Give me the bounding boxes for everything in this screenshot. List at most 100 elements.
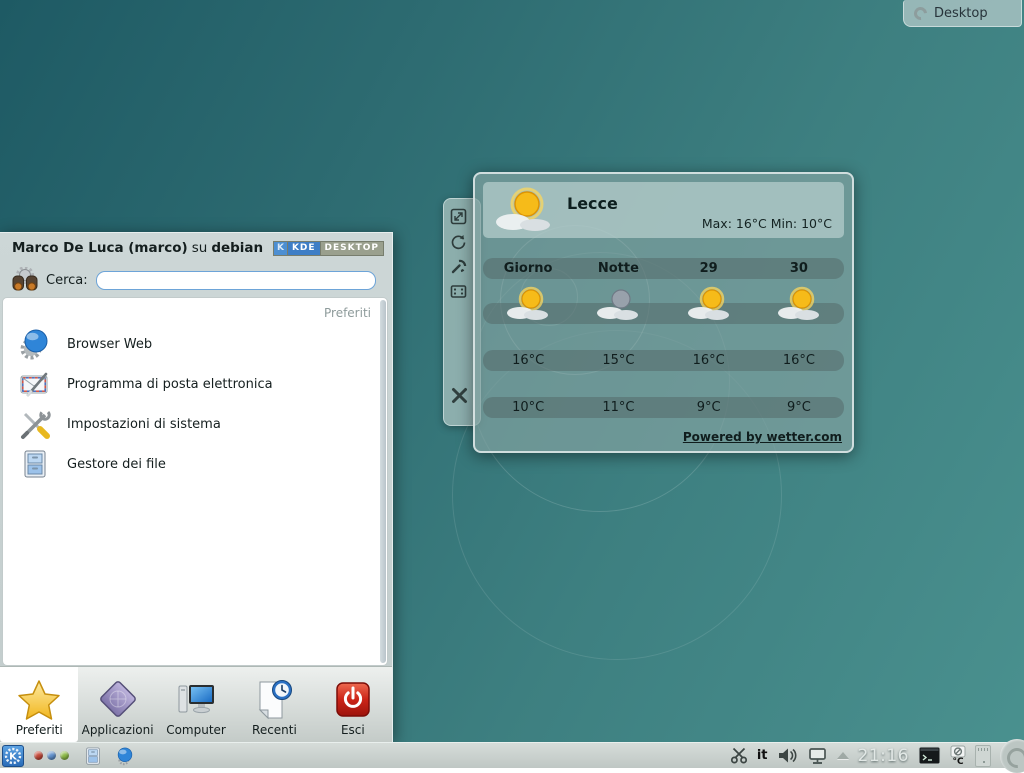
- list-item-label: Browser Web: [67, 337, 152, 352]
- file-manager-icon: [19, 448, 51, 480]
- tab-label: Applicazioni: [82, 723, 154, 737]
- tab-label: Recenti: [252, 723, 297, 737]
- blue-dot: [47, 751, 56, 760]
- list-item-email[interactable]: Programma di posta elettronica: [3, 364, 387, 404]
- system-settings-icon: [19, 408, 51, 440]
- panel-toolbox-cashew-icon[interactable]: [1000, 739, 1024, 773]
- panel-spacer[interactable]: [975, 745, 991, 767]
- weather-max-min: Max: 16°C Min: 10°C: [702, 216, 832, 231]
- tab-label: Computer: [166, 723, 226, 737]
- host-name: debian: [211, 240, 263, 256]
- list-item-system-settings[interactable]: Impostazioni di sistema: [3, 404, 387, 444]
- night-temp: 10°C: [483, 397, 573, 418]
- system-tray: it 21:16 °C: [730, 739, 1020, 773]
- user-name: Marco De Luca (marco): [12, 240, 188, 256]
- rotate-icon[interactable]: [450, 233, 467, 250]
- tab-applicazioni[interactable]: Applicazioni: [78, 667, 156, 742]
- klipper-scissors-icon[interactable]: [730, 747, 748, 764]
- weather-col-label: Notte: [573, 258, 663, 279]
- weather-condition-icon: [483, 303, 573, 324]
- day-temp: 16°C: [483, 350, 573, 371]
- night-temp: 11°C: [573, 397, 663, 418]
- list-item-label: Gestore dei file: [67, 457, 166, 472]
- day-temp: 15°C: [573, 350, 663, 371]
- kde-logo-icon: K: [274, 242, 288, 255]
- kickoff-tab-bar: Preferiti Applicazioni: [0, 666, 392, 742]
- day-temp: 16°C: [754, 350, 844, 371]
- tray-expander-icon[interactable]: [837, 752, 849, 759]
- list-item-file-manager[interactable]: Gestore dei file: [3, 444, 387, 484]
- sun-cloud-icon: [493, 186, 555, 236]
- volume-icon[interactable]: [777, 747, 798, 764]
- weather-tray-icon[interactable]: °C: [950, 745, 966, 767]
- search-binoculars-icon: [10, 267, 40, 294]
- recent-documents-icon: [251, 679, 297, 721]
- tab-label: Preferiti: [16, 723, 63, 737]
- close-icon[interactable]: [450, 386, 469, 405]
- desktop-toolbox[interactable]: Desktop: [903, 0, 1022, 27]
- weather-col-label: 29: [664, 258, 754, 279]
- weather-icons-row: [483, 303, 844, 324]
- tab-recenti[interactable]: Recenti: [235, 667, 313, 742]
- cashew-icon: [911, 4, 929, 22]
- scrollbar[interactable]: [380, 300, 386, 663]
- tab-preferiti[interactable]: Preferiti: [0, 667, 78, 742]
- tab-label: Esci: [341, 723, 365, 737]
- weather-column-headers: Giorno Notte 29 30: [483, 258, 844, 279]
- list-item-browser-web[interactable]: Browser Web: [3, 324, 387, 364]
- taskbar-panel: K it: [0, 742, 1024, 768]
- tab-computer[interactable]: Computer: [157, 667, 235, 742]
- svg-text:K: K: [9, 751, 18, 762]
- weather-city: Lecce: [567, 194, 618, 213]
- email-icon: [19, 368, 51, 400]
- list-item-label: Programma di posta elettronica: [67, 377, 273, 392]
- night-temp: 9°C: [664, 397, 754, 418]
- weather-tray-label: °C: [952, 758, 963, 767]
- desktop-background: Desktop: [0, 0, 1024, 768]
- desktop-toolbox-label: Desktop: [934, 6, 988, 21]
- configure-wrench-icon[interactable]: [450, 258, 467, 275]
- applications-icon: [95, 679, 141, 721]
- computer-icon: [173, 679, 219, 721]
- kickoff-menu: Marco De Luca (marco)sudebian K KDE DESK…: [0, 232, 393, 742]
- kde-logo-icon: K: [4, 747, 22, 765]
- konqueror-globe-icon[interactable]: [115, 746, 135, 766]
- weather-condition-icon: [664, 303, 754, 324]
- weather-day-temps: 16°C 15°C 16°C 16°C: [483, 350, 844, 371]
- resize-icon[interactable]: [450, 208, 467, 225]
- kickoff-header: Marco De Luca (marco)sudebian K KDE DESK…: [0, 233, 392, 263]
- kickoff-search-row: Cerca:: [0, 263, 392, 297]
- pager-dots-icon[interactable]: [34, 751, 69, 760]
- kde-desktop-badge: K KDE DESKTOP: [273, 241, 384, 256]
- green-dot: [60, 751, 69, 760]
- keyboard-layout-indicator[interactable]: it: [757, 748, 768, 763]
- badge-kde-label: KDE: [288, 242, 320, 255]
- search-label: Cerca:: [46, 273, 88, 288]
- file-manager-launcher-icon[interactable]: [83, 746, 103, 766]
- tab-esci[interactable]: Esci: [314, 667, 392, 742]
- kde-menu-button[interactable]: K: [2, 745, 24, 767]
- red-dot: [34, 751, 43, 760]
- weather-col-label: 30: [754, 258, 844, 279]
- weather-condition-icon: [754, 303, 844, 324]
- web-browser-icon: [19, 328, 51, 360]
- user-connector: su: [192, 240, 208, 256]
- digital-clock[interactable]: 21:16: [858, 746, 910, 766]
- star-icon: [16, 679, 62, 721]
- search-input[interactable]: [96, 271, 376, 290]
- weather-header: Lecce Max: 16°C Min: 10°C: [483, 182, 844, 238]
- user-identity: Marco De Luca (marco)sudebian: [12, 240, 263, 256]
- terminal-icon[interactable]: [918, 746, 941, 765]
- favorites-list: Preferiti Browser Web: [2, 297, 388, 666]
- night-temp: 9°C: [754, 397, 844, 418]
- weather-col-label: Giorno: [483, 258, 573, 279]
- wetter-credit-link[interactable]: Powered by wetter.com: [683, 430, 842, 444]
- maximize-icon[interactable]: [450, 283, 467, 300]
- network-monitor-icon[interactable]: [807, 747, 828, 765]
- weather-night-temps: 10°C 11°C 9°C 9°C: [483, 397, 844, 418]
- weather-condition-icon: [573, 303, 663, 324]
- day-temp: 16°C: [664, 350, 754, 371]
- list-item-label: Impostazioni di sistema: [67, 417, 221, 432]
- badge-desktop-label: DESKTOP: [320, 242, 383, 255]
- section-label: Preferiti: [3, 298, 387, 324]
